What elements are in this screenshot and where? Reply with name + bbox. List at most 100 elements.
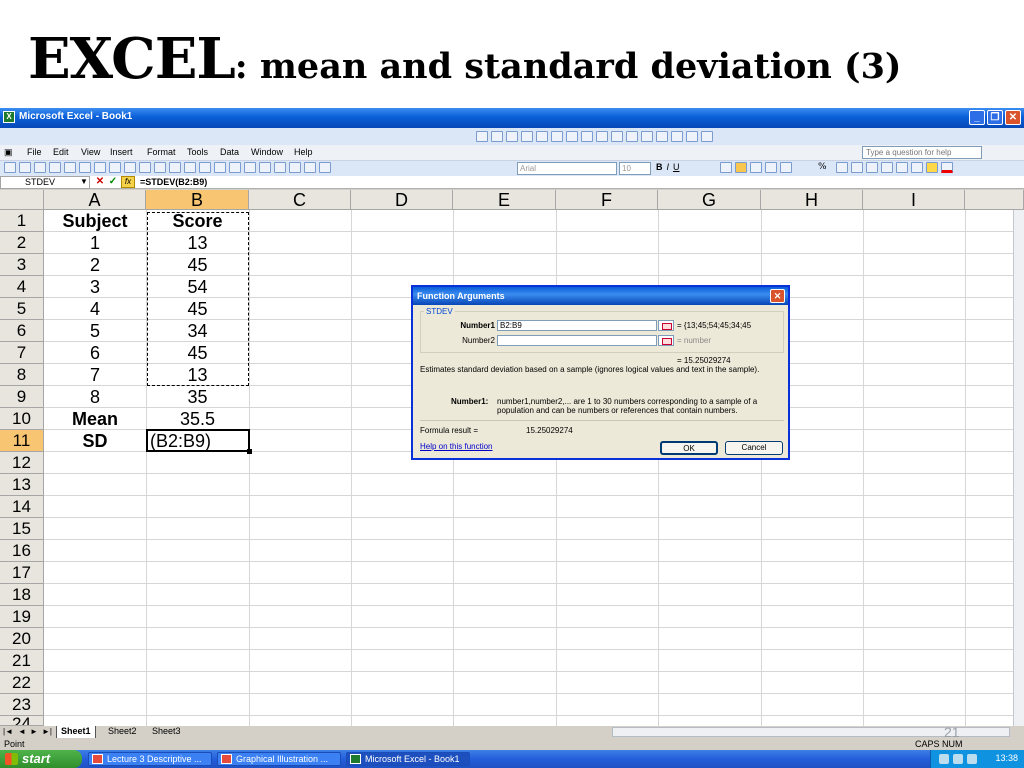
cell-subject[interactable]: 2 (44, 254, 146, 276)
menu-insert[interactable]: Insert (110, 147, 133, 157)
sort-descending-icon[interactable] (274, 162, 286, 173)
cell-subject[interactable]: 1 (44, 232, 146, 254)
decrease-indent-icon[interactable] (881, 162, 893, 173)
number1-input[interactable]: B2:B9 (497, 320, 657, 331)
menu-format[interactable]: Format (147, 147, 176, 157)
paste-icon[interactable] (169, 162, 181, 173)
column-header-c[interactable]: C (249, 190, 351, 210)
ok-button[interactable]: OK (660, 441, 718, 455)
row-header-23[interactable]: 23 (0, 694, 44, 716)
menu-file[interactable]: File (27, 147, 42, 157)
preview-icon[interactable] (94, 162, 106, 173)
percent-button[interactable]: % (818, 162, 827, 172)
toolbar-icon[interactable] (611, 131, 623, 142)
toolbar-icon[interactable] (596, 131, 608, 142)
row-header-17[interactable]: 17 (0, 562, 44, 584)
collapse-dialog-icon[interactable] (658, 320, 674, 331)
row-header-12[interactable]: 12 (0, 452, 44, 474)
row-header-9[interactable]: 9 (0, 386, 44, 408)
column-header-f[interactable]: F (556, 190, 658, 210)
toolbar-icon[interactable] (581, 131, 593, 142)
column-header-d[interactable]: D (351, 190, 453, 210)
column-header-h[interactable]: H (761, 190, 863, 210)
menu-edit[interactable]: Edit (53, 147, 69, 157)
cell-a10-mean-label[interactable]: Mean (44, 408, 146, 430)
tab-sheet2[interactable]: Sheet2 (104, 726, 141, 738)
fill-color-icon[interactable] (926, 162, 938, 173)
last-sheet-icon[interactable]: ►| (42, 727, 52, 736)
email-icon[interactable] (64, 162, 76, 173)
maximize-button[interactable]: ❐ (987, 110, 1003, 125)
underline-button[interactable]: U (673, 162, 680, 172)
toolbar-icon[interactable] (671, 131, 683, 142)
align-center-icon[interactable] (735, 162, 747, 173)
row-header-4[interactable]: 4 (0, 276, 44, 298)
next-sheet-icon[interactable]: ► (30, 727, 38, 736)
help-on-function-link[interactable]: Help on this function (420, 442, 493, 451)
tray-icon[interactable] (939, 754, 949, 764)
cell-b10-mean-value[interactable]: 35.5 (146, 408, 249, 430)
cancel-formula-icon[interactable]: ✕ (94, 176, 106, 188)
column-header-g[interactable]: G (658, 190, 761, 210)
font-size-select[interactable]: 10 (619, 162, 651, 175)
drawing-icon[interactable] (304, 162, 316, 173)
font-color-icon[interactable] (941, 162, 953, 173)
decrease-decimal-icon[interactable] (866, 162, 878, 173)
cell-subject[interactable]: 4 (44, 298, 146, 320)
bold-button[interactable]: B (656, 162, 663, 172)
toolbar-icon[interactable] (701, 131, 713, 142)
taskbar-item-excel[interactable]: Microsoft Excel - Book1 (346, 752, 470, 766)
row-header-21[interactable]: 21 (0, 650, 44, 672)
column-header-i[interactable]: I (863, 190, 965, 210)
row-header-14[interactable]: 14 (0, 496, 44, 518)
menu-tools[interactable]: Tools (187, 147, 208, 157)
help-icon[interactable] (319, 162, 331, 173)
row-header-20[interactable]: 20 (0, 628, 44, 650)
row-header-15[interactable]: 15 (0, 518, 44, 540)
row-header-18[interactable]: 18 (0, 584, 44, 606)
name-box[interactable]: STDEV (0, 176, 90, 189)
active-cell[interactable] (146, 429, 252, 454)
select-all-corner[interactable] (0, 190, 44, 210)
toolbar-icon[interactable] (641, 131, 653, 142)
toolbar-icon[interactable] (566, 131, 578, 142)
cell-subject[interactable]: 6 (44, 342, 146, 364)
enter-formula-icon[interactable]: ✓ (107, 176, 119, 188)
hyperlink-icon[interactable] (229, 162, 241, 173)
menu-window[interactable]: Window (251, 147, 283, 157)
column-header-b[interactable]: B (146, 190, 249, 210)
align-right-icon[interactable] (750, 162, 762, 173)
collapse-dialog-icon[interactable] (658, 335, 674, 346)
row-header-6[interactable]: 6 (0, 320, 44, 342)
cell-subject[interactable]: 3 (44, 276, 146, 298)
row-header-7[interactable]: 7 (0, 342, 44, 364)
increase-indent-icon[interactable] (896, 162, 908, 173)
sort-ascending-icon[interactable] (259, 162, 271, 173)
new-icon[interactable] (4, 162, 16, 173)
row-header-11[interactable]: 11 (0, 430, 44, 452)
column-header-e[interactable]: E (453, 190, 556, 210)
column-header-a[interactable]: A (44, 190, 146, 210)
row-header-1[interactable]: 1 (0, 210, 44, 232)
autosum-icon[interactable] (244, 162, 256, 173)
toolbar-icon[interactable] (491, 131, 503, 142)
toolbar-icon[interactable] (656, 131, 668, 142)
research-icon[interactable] (124, 162, 136, 173)
taskbar-item-graphical[interactable]: Graphical Illustration ... (217, 752, 341, 766)
cancel-button[interactable]: Cancel (725, 441, 783, 455)
toolbar-icon[interactable] (506, 131, 518, 142)
chart-wizard-icon[interactable] (289, 162, 301, 173)
cell-subject[interactable]: 7 (44, 364, 146, 386)
row-header-5[interactable]: 5 (0, 298, 44, 320)
align-left-icon[interactable] (720, 162, 732, 173)
permission-icon[interactable] (49, 162, 61, 173)
undo-icon[interactable] (199, 162, 211, 173)
name-box-dropdown-icon[interactable]: ▼ (78, 176, 90, 188)
font-name-select[interactable]: Arial (517, 162, 617, 175)
first-sheet-icon[interactable]: |◄ (3, 727, 13, 736)
row-header-2[interactable]: 2 (0, 232, 44, 254)
italic-button[interactable]: I (667, 162, 670, 172)
row-header-13[interactable]: 13 (0, 474, 44, 496)
cell-subject[interactable]: 8 (44, 386, 146, 408)
dialog-close-button[interactable]: ✕ (770, 289, 785, 303)
